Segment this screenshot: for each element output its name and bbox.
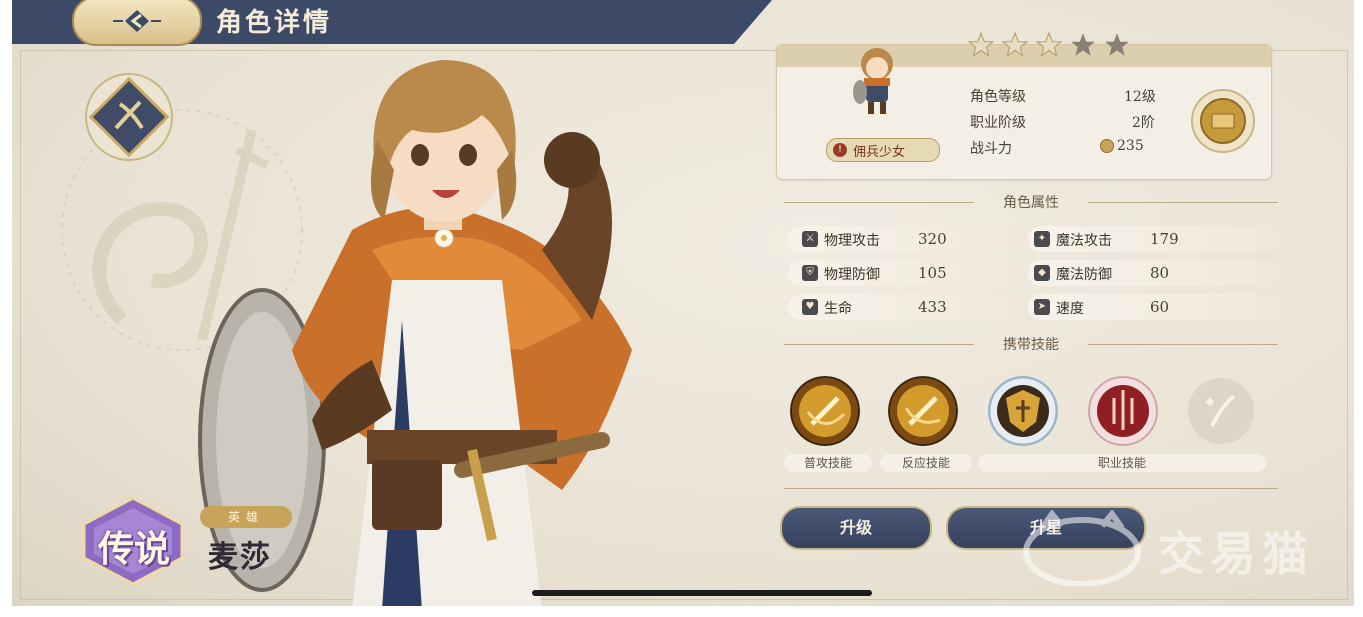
physical-defense-icon: ⛨ bbox=[802, 265, 818, 281]
stat-power-label: 战斗力 bbox=[970, 141, 1012, 157]
physical-attack-icon: ⚔ bbox=[802, 231, 818, 247]
chibi-avatar bbox=[853, 48, 893, 114]
star-rating bbox=[968, 32, 1130, 58]
stat-job-rank-value: 2阶 bbox=[1132, 115, 1155, 131]
class-emblem-icon bbox=[85, 73, 173, 161]
level-up-button[interactable]: 升级 bbox=[780, 506, 932, 550]
stat-power-value: 235 bbox=[1117, 138, 1144, 154]
attribute-row: ♥ 生命 433 ➤ 速度 60 bbox=[788, 294, 1280, 320]
watermark-cat-logo-icon bbox=[1023, 510, 1141, 586]
attr-value: 80 bbox=[1150, 264, 1170, 282]
attribute-row: ⛨ 物理防御 105 ◆ 魔法防御 80 bbox=[788, 260, 1280, 286]
star-filled-icon bbox=[1002, 32, 1028, 58]
attr-label: 魔法防御 bbox=[1056, 267, 1112, 283]
emblem-medal-icon[interactable] bbox=[1190, 88, 1256, 154]
reaction-skill-icon[interactable] bbox=[888, 376, 958, 446]
attr-label: 物理防御 bbox=[824, 267, 880, 283]
attribute-row: ⚔ 物理攻击 320 ✦ 魔法攻击 179 bbox=[788, 226, 1280, 252]
star-empty-icon bbox=[1105, 33, 1129, 56]
job-skill-strike-icon[interactable] bbox=[1088, 376, 1158, 446]
rarity-label: 传说 bbox=[97, 529, 170, 570]
hero-name-tag: 英雄 麦莎 bbox=[200, 506, 292, 576]
job-exclamation-icon: ! bbox=[833, 143, 847, 157]
attr-value: 179 bbox=[1150, 230, 1179, 248]
attr-label: 魔法攻击 bbox=[1056, 233, 1112, 249]
bottom-divider bbox=[784, 488, 1278, 489]
attr-label: 生命 bbox=[824, 301, 852, 317]
stat-job-rank-label: 职业阶级 bbox=[970, 115, 1026, 131]
normal-attack-skill-icon[interactable] bbox=[790, 376, 860, 446]
stat-level-label: 角色等级 bbox=[970, 89, 1026, 105]
attr-value: 320 bbox=[918, 230, 947, 248]
attr-value: 105 bbox=[918, 264, 947, 282]
attr-value: 433 bbox=[918, 298, 947, 316]
skills-section-title: 携带技能 bbox=[784, 334, 1278, 354]
magic-defense-icon: ◆ bbox=[1034, 265, 1050, 281]
watermark: 交易猫 bbox=[1022, 510, 1352, 586]
power-icon bbox=[1100, 139, 1114, 153]
star-filled-icon bbox=[968, 32, 994, 58]
job-class-label: 佣兵少女 bbox=[853, 144, 906, 160]
attributes-section-title: 角色属性 bbox=[784, 192, 1278, 212]
job-skill-label: 职业技能 bbox=[978, 454, 1266, 472]
star-filled-icon bbox=[1036, 32, 1062, 58]
stat-power-row: 235 bbox=[1100, 138, 1144, 154]
empty-skill-slot-icon[interactable] bbox=[1186, 376, 1256, 446]
normal-skill-label: 普攻技能 bbox=[784, 454, 872, 472]
hero-title-chip: 英雄 bbox=[200, 506, 292, 528]
home-indicator bbox=[532, 590, 872, 596]
speed-icon: ➤ bbox=[1034, 299, 1050, 315]
attr-label: 速度 bbox=[1056, 301, 1084, 317]
magic-attack-icon: ✦ bbox=[1034, 231, 1050, 247]
watermark-text: 交易猫 bbox=[1158, 527, 1314, 581]
job-class-chip[interactable]: ! 佣兵少女 bbox=[826, 138, 940, 162]
character-detail-screen: 角色详情 传说 英雄 麦莎 ! 佣兵少女 角色等级 12级 职业阶级 2阶 战斗… bbox=[12, 0, 1354, 606]
job-skill-shield-icon[interactable] bbox=[988, 376, 1058, 446]
reaction-skill-label: 反应技能 bbox=[880, 454, 972, 472]
hero-name: 麦莎 bbox=[208, 540, 272, 575]
attr-label: 物理攻击 bbox=[824, 233, 880, 249]
back-arrow-icon bbox=[113, 10, 161, 32]
health-heart-icon: ♥ bbox=[802, 299, 818, 315]
star-empty-icon bbox=[1071, 33, 1095, 56]
attr-value: 60 bbox=[1150, 298, 1170, 316]
stat-level-value: 12级 bbox=[1124, 89, 1156, 105]
